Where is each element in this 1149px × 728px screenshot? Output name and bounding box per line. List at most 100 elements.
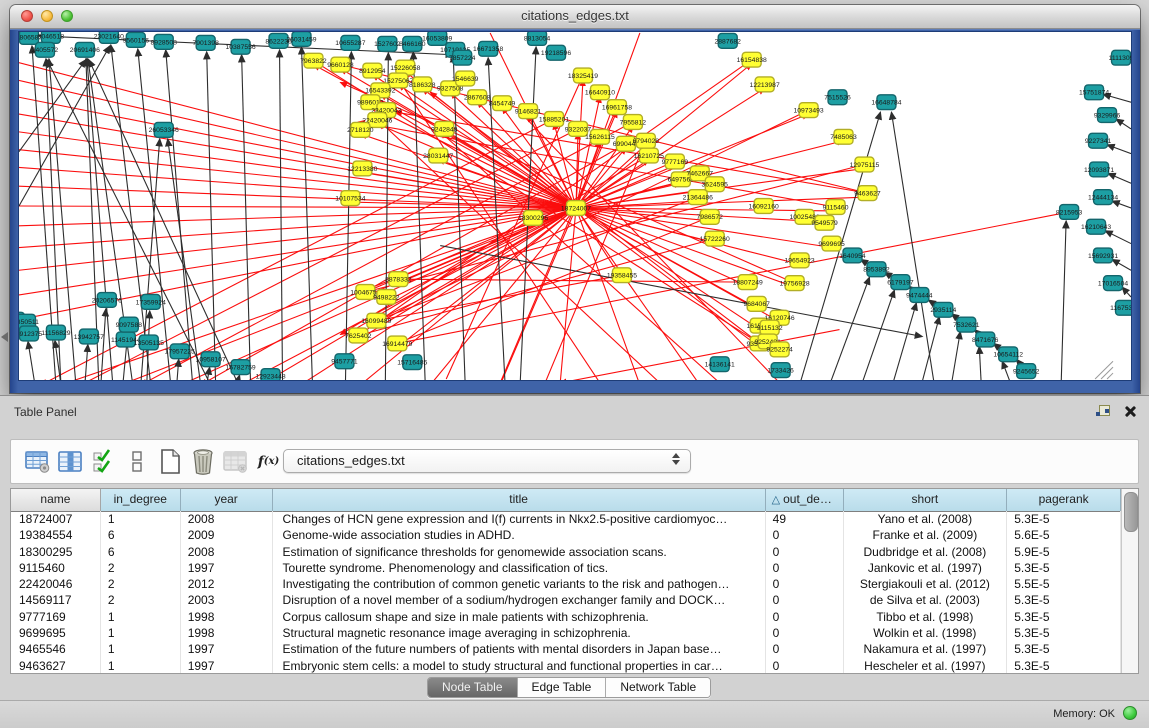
cell-name[interactable]: 9699695 bbox=[11, 625, 101, 641]
graph-node-1111309[interactable]: 1111309 bbox=[1109, 50, 1131, 65]
graph-node-16210725[interactable]: 16210725 bbox=[634, 148, 664, 163]
cell-pagerank[interactable]: 5.5E-5 bbox=[1007, 576, 1121, 592]
table-vertical-scrollbar[interactable] bbox=[1121, 489, 1138, 673]
graph-node-10655287[interactable]: 10655287 bbox=[335, 35, 365, 50]
cell-in_degree[interactable]: 1 bbox=[101, 641, 181, 657]
graph-node-7532621[interactable]: 7532621 bbox=[953, 317, 980, 332]
cell-out_de[interactable]: 0 bbox=[766, 560, 844, 576]
cell-name[interactable]: 18724007 bbox=[11, 511, 101, 527]
graph-node-12923448[interactable]: 12923448 bbox=[255, 369, 285, 380]
cell-pagerank[interactable]: 5.3E-5 bbox=[1007, 609, 1121, 625]
edge[interactable] bbox=[237, 375, 240, 380]
graph-node-1527602[interactable]: 1527602 bbox=[374, 36, 401, 51]
cell-in_degree[interactable]: 6 bbox=[101, 527, 181, 543]
edge[interactable] bbox=[1107, 145, 1131, 154]
column-header-pagerank[interactable]: pagerank bbox=[1007, 489, 1121, 511]
graph-node-7625402[interactable]: 7625402 bbox=[345, 328, 372, 343]
graph-node-1733426[interactable]: 1733426 bbox=[767, 363, 794, 378]
cell-name[interactable]: 22420046 bbox=[11, 576, 101, 592]
cell-out_de[interactable]: 0 bbox=[766, 609, 844, 625]
table-options-icon[interactable] bbox=[21, 450, 54, 474]
edge[interactable] bbox=[951, 332, 960, 380]
graph-node-9046518[interactable]: 9046518 bbox=[38, 32, 65, 43]
cell-title[interactable]: Corpus callosum shape and size in male p… bbox=[273, 609, 766, 625]
graph-node-9329966[interactable]: 9329966 bbox=[1094, 108, 1121, 123]
graph-node-8912954[interactable]: 8912954 bbox=[359, 63, 386, 78]
graph-node-8454749[interactable]: 8454749 bbox=[489, 96, 516, 111]
cell-in_degree[interactable]: 1 bbox=[101, 511, 181, 527]
edge[interactable] bbox=[1002, 361, 1011, 380]
graph-node-16914479[interactable]: 16914479 bbox=[382, 336, 412, 351]
cell-title[interactable]: Estimation of significance thresholds fo… bbox=[273, 544, 766, 560]
cell-short[interactable]: Franke et al. (2009) bbox=[844, 527, 1008, 543]
graph-node-19358455[interactable]: 19358455 bbox=[607, 268, 637, 283]
select-all-rows-icon[interactable] bbox=[87, 449, 120, 475]
graph-node-16961758[interactable]: 16961758 bbox=[602, 100, 632, 115]
cell-pagerank[interactable]: 5.3E-5 bbox=[1007, 641, 1121, 657]
edge[interactable] bbox=[1105, 231, 1131, 244]
graph-node-7901398[interactable]: 7901398 bbox=[192, 35, 219, 50]
canvas-resize-grip-icon[interactable] bbox=[1101, 367, 1113, 379]
edge[interactable] bbox=[830, 277, 870, 380]
edge[interactable] bbox=[28, 341, 35, 380]
edge[interactable] bbox=[921, 317, 939, 380]
table-row[interactable]: 969969511998Structural magnetic resonanc… bbox=[11, 625, 1121, 641]
table-select-dropdown[interactable]: citations_edges.txt bbox=[283, 449, 691, 473]
show-columns-icon[interactable] bbox=[54, 450, 87, 474]
graph-node-9498222[interactable]: 9498222 bbox=[373, 290, 400, 305]
cell-short[interactable]: de Silva et al. (2003) bbox=[844, 592, 1008, 608]
edge[interactable] bbox=[280, 50, 283, 380]
cell-out_de[interactable]: 0 bbox=[766, 527, 844, 543]
graph-node-10654112[interactable]: 10654112 bbox=[993, 347, 1023, 362]
cell-year[interactable]: 2009 bbox=[181, 527, 273, 543]
column-header-name[interactable]: name bbox=[11, 489, 101, 511]
cell-out_de[interactable]: 0 bbox=[766, 658, 844, 673]
graph-node-10107534[interactable]: 10107534 bbox=[335, 191, 365, 206]
graph-node-19654923[interactable]: 19654923 bbox=[785, 253, 815, 268]
cell-out_de[interactable]: 0 bbox=[766, 576, 844, 592]
citation-network-graph[interactable]: 1806587904651824055722069140623021640956… bbox=[19, 32, 1131, 380]
cell-year[interactable]: 2003 bbox=[181, 592, 273, 608]
cell-name[interactable]: 9777169 bbox=[11, 609, 101, 625]
graph-node-11156829[interactable]: 11156829 bbox=[41, 325, 70, 340]
graph-node-15751874[interactable]: 15751874 bbox=[1079, 85, 1109, 100]
graph-node-16671358[interactable]: 16671358 bbox=[473, 41, 503, 56]
graph-node-2718120[interactable]: 2718120 bbox=[347, 122, 374, 137]
cell-pagerank[interactable]: 5.3E-5 bbox=[1007, 625, 1121, 641]
close-panel-icon[interactable] bbox=[1124, 405, 1137, 418]
cell-in_degree[interactable]: 1 bbox=[101, 625, 181, 641]
edge[interactable] bbox=[861, 290, 894, 380]
new-table-icon[interactable] bbox=[153, 448, 186, 475]
edge[interactable] bbox=[1108, 173, 1131, 183]
graph-node-14136141[interactable]: 14136141 bbox=[705, 357, 735, 372]
cell-pagerank[interactable]: 5.3E-5 bbox=[1007, 511, 1121, 527]
cell-in_degree[interactable]: 6 bbox=[101, 544, 181, 560]
selected-edge[interactable] bbox=[61, 208, 576, 380]
edge[interactable] bbox=[207, 52, 216, 380]
graph-node-9227341[interactable]: 9227341 bbox=[1085, 133, 1112, 148]
cell-out_de[interactable]: 0 bbox=[766, 592, 844, 608]
graph-node-16640910[interactable]: 16640910 bbox=[585, 85, 615, 100]
cell-short[interactable]: Stergiakouli et al. (2012) bbox=[844, 576, 1008, 592]
graph-node-9146821[interactable]: 9146821 bbox=[515, 104, 542, 119]
cell-out_de[interactable]: 0 bbox=[766, 641, 844, 657]
cell-year[interactable]: 1997 bbox=[181, 641, 273, 657]
graph-node-8928508[interactable]: 8928508 bbox=[151, 34, 178, 49]
graph-node-11675331[interactable]: 11675331 bbox=[1110, 300, 1131, 315]
graph-node-2935114[interactable]: 2935114 bbox=[930, 302, 956, 317]
tab-edge-table[interactable]: Edge Table bbox=[518, 678, 607, 697]
edge[interactable] bbox=[385, 53, 388, 380]
graph-node-7963822[interactable]: 7963822 bbox=[300, 53, 327, 68]
graph-node-9115460[interactable]: 9115460 bbox=[823, 200, 849, 215]
function-builder-icon[interactable]: f(x) bbox=[252, 454, 285, 470]
graph-node-9242848[interactable]: 9242848 bbox=[431, 121, 458, 136]
cell-title[interactable]: Genome-wide association studies in ADHD. bbox=[273, 527, 766, 543]
cell-year[interactable]: 1997 bbox=[181, 560, 273, 576]
graph-node-3912375[interactable]: 3912375 bbox=[19, 326, 42, 341]
graph-node-9245652[interactable]: 9245652 bbox=[1013, 364, 1040, 379]
edge[interactable] bbox=[1116, 119, 1131, 129]
float-panel-icon[interactable] bbox=[1096, 404, 1110, 418]
cell-pagerank[interactable]: 5.9E-5 bbox=[1007, 544, 1121, 560]
cell-short[interactable]: Nakamura et al. (1997) bbox=[844, 641, 1008, 657]
graph-node-9699695[interactable]: 9699695 bbox=[818, 236, 845, 251]
